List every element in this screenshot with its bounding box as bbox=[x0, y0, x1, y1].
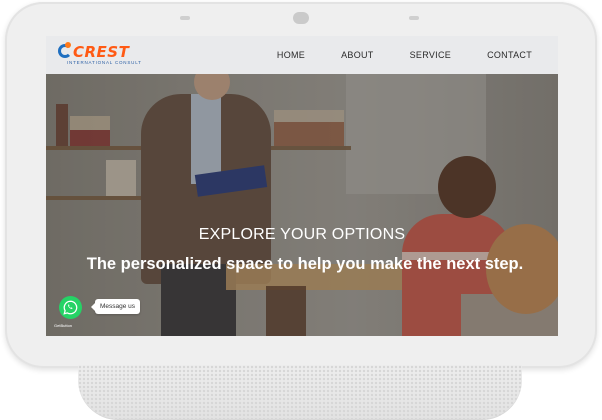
whatsapp-message-label[interactable]: Message us bbox=[90, 299, 141, 314]
whatsapp-credit[interactable]: GetButton bbox=[54, 323, 72, 328]
hero-overlay bbox=[46, 74, 558, 336]
main-nav: HOME ABOUT SERVICE CONTACT bbox=[277, 36, 532, 74]
hero-section bbox=[46, 64, 558, 336]
whatsapp-button[interactable] bbox=[59, 296, 82, 319]
crest-logo[interactable]: CREST INTERNATIONAL CONSULT bbox=[56, 42, 168, 70]
nav-service[interactable]: SERVICE bbox=[410, 50, 451, 60]
sensor-left bbox=[180, 16, 190, 20]
device-screen: CREST INTERNATIONAL CONSULT HOME ABOUT S… bbox=[46, 36, 558, 336]
hero-subtitle: The personalized space to help you make … bbox=[86, 255, 524, 273]
nav-contact[interactable]: CONTACT bbox=[487, 50, 532, 60]
camera-icon bbox=[293, 12, 309, 24]
site-header: CREST INTERNATIONAL CONSULT HOME ABOUT S… bbox=[46, 36, 558, 74]
logo-dot-icon bbox=[65, 42, 71, 48]
hero-title: EXPLORE YOUR OPTIONS bbox=[198, 226, 406, 243]
nav-home[interactable]: HOME bbox=[277, 50, 305, 60]
nav-about[interactable]: ABOUT bbox=[341, 50, 374, 60]
logo-subtitle: INTERNATIONAL CONSULT bbox=[67, 60, 142, 65]
whatsapp-icon bbox=[63, 300, 78, 315]
logo-text: CREST bbox=[73, 43, 130, 61]
sensor-right bbox=[409, 16, 419, 20]
speaker-base bbox=[78, 365, 522, 420]
